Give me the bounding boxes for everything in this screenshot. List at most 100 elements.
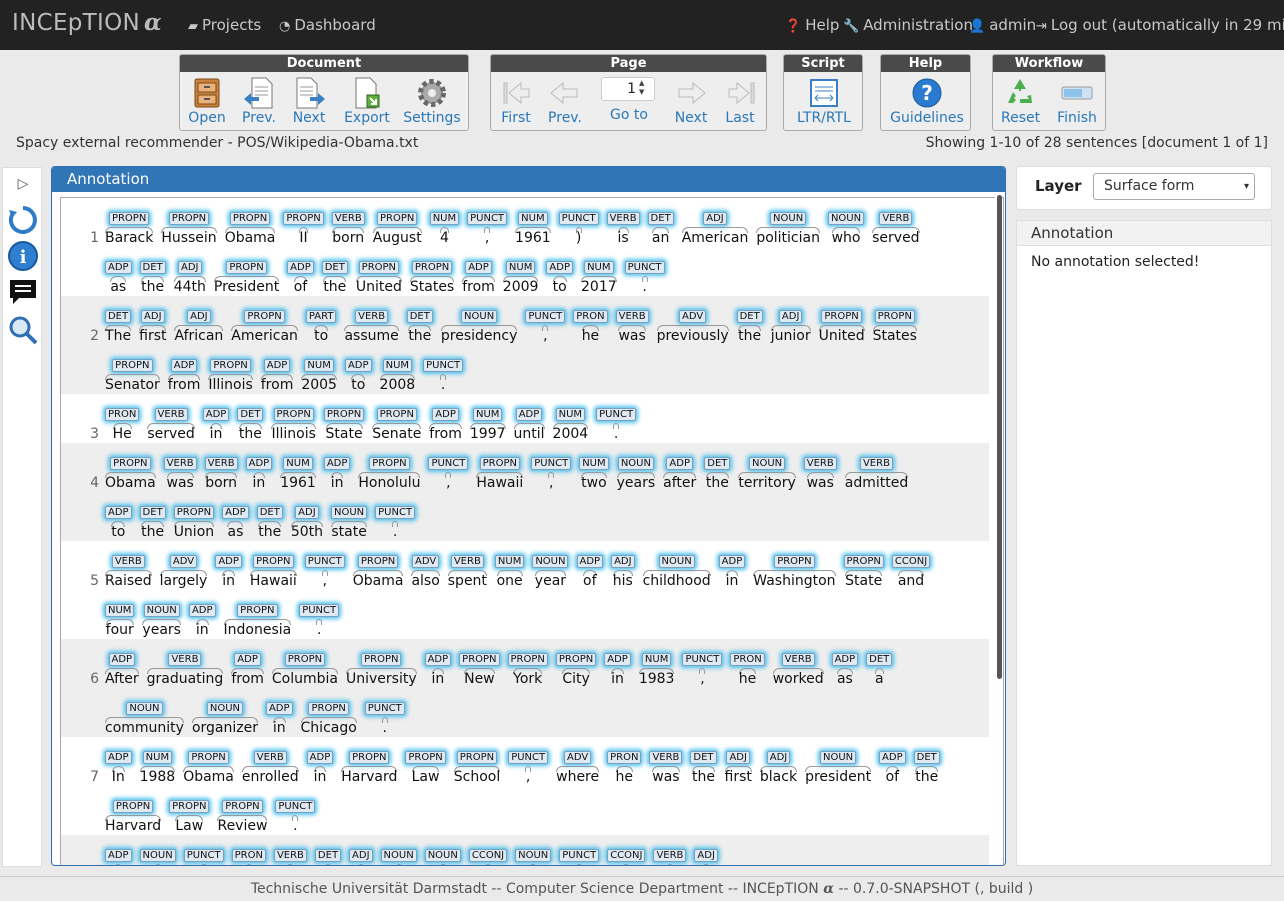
pos-label[interactable]: PROPN xyxy=(555,653,597,666)
token[interactable]: United xyxy=(819,328,865,344)
pos-label[interactable]: PUNCT xyxy=(364,702,405,715)
prev-page-button[interactable]: Prev. xyxy=(546,75,584,126)
pos-label[interactable]: CCONJ xyxy=(468,849,508,862)
token[interactable]: largely xyxy=(160,573,208,589)
token[interactable]: from xyxy=(261,377,294,393)
token[interactable]: Honolulu xyxy=(358,475,420,491)
pos-label[interactable]: ADJ xyxy=(141,310,165,323)
pos-label[interactable]: NOUN xyxy=(532,555,569,568)
pos-label[interactable]: VERB xyxy=(163,457,197,470)
token[interactable]: from xyxy=(429,426,462,442)
token[interactable]: Obama xyxy=(183,769,234,785)
pos-label[interactable]: PROPN xyxy=(283,212,324,225)
token[interactable]: Obama xyxy=(105,475,156,491)
pos-label[interactable]: PROPN xyxy=(244,310,285,323)
pos-label[interactable]: VERB xyxy=(781,653,815,666)
token[interactable]: first xyxy=(725,769,752,785)
pos-label[interactable]: ADJ xyxy=(766,751,791,764)
pos-label[interactable]: DET xyxy=(406,310,433,323)
pos-label[interactable]: PROPN xyxy=(210,359,251,372)
pos-label[interactable]: DET xyxy=(256,506,283,519)
pos-label[interactable]: ADJ xyxy=(778,310,803,323)
pos-label[interactable]: PRON xyxy=(105,408,140,421)
token[interactable]: the xyxy=(737,328,763,344)
token[interactable]: two xyxy=(579,475,608,491)
pos-label[interactable]: NOUN xyxy=(143,604,180,617)
token[interactable]: in xyxy=(425,671,452,687)
pos-label[interactable]: ADP xyxy=(432,408,459,421)
pos-label[interactable]: ADV xyxy=(564,751,592,764)
pos-label[interactable]: ADV xyxy=(169,555,198,568)
pos-label[interactable]: VERB xyxy=(803,457,837,470)
pos-label[interactable]: NOUN xyxy=(139,849,176,862)
pos-label[interactable]: NUM xyxy=(579,457,609,470)
pos-label[interactable]: VERB xyxy=(355,310,389,323)
pos-label[interactable]: PROPN xyxy=(323,408,365,421)
pos-label[interactable]: ADP xyxy=(546,261,573,274)
token[interactable]: Hawaii xyxy=(476,475,523,491)
pos-label[interactable]: PUNCT xyxy=(525,310,566,323)
token[interactable]: from xyxy=(231,671,264,687)
token[interactable]: States xyxy=(410,279,454,295)
sentence-number[interactable]: 5 xyxy=(89,573,99,589)
token[interactable]: who xyxy=(828,230,864,246)
pos-label[interactable]: PROPN xyxy=(112,800,154,813)
annotation-editor[interactable]: 1 PROPN Barack PROPN Hussein PROPN Obama PROPN I… xyxy=(60,197,1004,865)
token[interactable]: until xyxy=(514,426,545,442)
pos-label[interactable]: DET xyxy=(690,751,717,764)
token[interactable]: the xyxy=(407,328,433,344)
token[interactable]: Hussein xyxy=(161,230,216,246)
comments-icon[interactable] xyxy=(7,276,39,308)
pos-label[interactable]: PUNCT xyxy=(428,457,469,470)
token[interactable]: , xyxy=(508,769,548,785)
token[interactable]: 2004 xyxy=(553,426,589,442)
token[interactable]: childhood xyxy=(643,573,711,589)
pos-label[interactable]: NOUN xyxy=(617,457,654,470)
pos-label[interactable]: DET xyxy=(139,261,166,274)
token[interactable]: state xyxy=(331,524,367,540)
pos-label[interactable]: PUNCT xyxy=(596,408,637,421)
pos-label[interactable]: NUM xyxy=(283,457,313,470)
pos-label[interactable]: PROPN xyxy=(874,310,915,323)
token[interactable]: , xyxy=(531,475,571,491)
pos-label[interactable]: PROPN xyxy=(108,212,150,225)
token[interactable]: in xyxy=(246,475,273,491)
token[interactable]: year xyxy=(532,573,568,589)
token[interactable]: enrolled xyxy=(242,769,299,785)
token[interactable]: in xyxy=(324,475,351,491)
pos-label[interactable]: VERB xyxy=(450,555,484,568)
pos-label[interactable]: PROPN xyxy=(821,310,862,323)
pos-label[interactable]: ADJ xyxy=(178,261,202,274)
pos-label[interactable]: PUNCT xyxy=(183,849,224,862)
token[interactable]: was xyxy=(616,328,649,344)
guidelines-button[interactable]: ? Guidelines xyxy=(889,75,965,126)
pos-label[interactable]: ADJ xyxy=(187,310,211,323)
pos-label[interactable]: PUNCT xyxy=(467,212,508,225)
token[interactable]: York xyxy=(508,671,548,687)
token[interactable]: served xyxy=(147,426,194,442)
pos-label[interactable]: ADP xyxy=(604,653,631,666)
token[interactable]: In xyxy=(105,769,132,785)
pos-label[interactable]: PROPN xyxy=(358,261,400,274)
pos-label[interactable]: PROPN xyxy=(376,408,417,421)
token[interactable]: . xyxy=(596,426,636,442)
info-icon[interactable]: i xyxy=(7,240,39,272)
pos-label[interactable]: PUNCT xyxy=(682,653,723,666)
pos-label[interactable]: DET xyxy=(139,506,166,519)
pos-label[interactable]: PROPN xyxy=(273,408,314,421)
pos-label[interactable]: NUM xyxy=(505,261,536,274)
pos-label[interactable]: ADP xyxy=(576,555,604,568)
next-document-button[interactable]: Next xyxy=(292,75,326,126)
token[interactable]: . xyxy=(625,279,665,295)
pos-label[interactable]: PUNCT xyxy=(558,212,599,225)
pos-label[interactable]: DET xyxy=(704,457,731,470)
token[interactable]: one xyxy=(495,573,524,589)
token[interactable]: 1961 xyxy=(515,230,551,246)
token[interactable]: the xyxy=(140,279,166,295)
pos-label[interactable]: PUNCT xyxy=(559,849,600,862)
prev-document-button[interactable]: Prev. xyxy=(240,75,278,126)
token[interactable]: graduating xyxy=(147,671,224,687)
token[interactable]: he xyxy=(573,328,607,344)
pos-label[interactable]: PROPN xyxy=(169,800,210,813)
pos-label[interactable]: VERB xyxy=(204,457,238,470)
